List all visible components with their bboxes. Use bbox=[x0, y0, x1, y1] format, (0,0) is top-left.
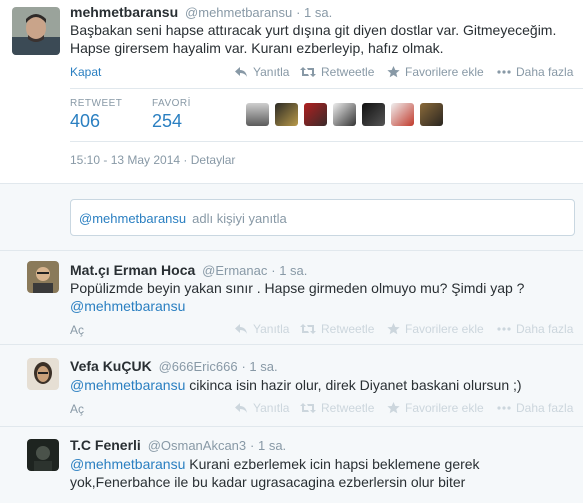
favoriter-avatar[interactable] bbox=[246, 103, 269, 126]
favorite-label: Favorilere ekle bbox=[405, 322, 484, 336]
tweet-text: Başbakan seni hapse attıracak yurt dışın… bbox=[70, 21, 575, 57]
reply-header: Vefa KuÇUK @666Eric666 · 1 sa. bbox=[70, 358, 278, 374]
reply-label: Yanıtla bbox=[253, 322, 290, 336]
retweet-stat[interactable]: RETWEET 406 bbox=[70, 98, 122, 132]
more-icon bbox=[497, 70, 511, 74]
reply-author-handle[interactable]: @666Eric666 bbox=[159, 359, 238, 374]
reply-text: @mehmetbaransu Kurani ezberlemek icin ha… bbox=[70, 455, 575, 491]
reply-text-line: cikinca isin hazir olur, direk Diyanet b… bbox=[185, 377, 522, 393]
reply-avatar[interactable] bbox=[27, 261, 59, 293]
retweet-label: Retweetle bbox=[321, 65, 375, 79]
author-handle[interactable]: @mehmetbaransu bbox=[185, 5, 292, 20]
reply-button[interactable]: Yanıtla bbox=[234, 401, 289, 415]
retweet-button[interactable]: Retweetle bbox=[300, 322, 374, 336]
reply-text: @mehmetbaransu cikinca isin hazir olur, … bbox=[70, 376, 575, 394]
reply-tweet: Vefa KuÇUK @666Eric666 · 1 sa. @mehmetba… bbox=[0, 345, 583, 427]
reply-tweet: Mat.çı Erman Hoca @Ermanac · 1 sa. Popül… bbox=[0, 251, 583, 345]
favoriter-avatar[interactable] bbox=[333, 103, 356, 126]
tweet-datetime[interactable]: 15:10 - 13 May 2014 · Detaylar bbox=[70, 153, 235, 167]
favoriters-avatars bbox=[246, 103, 443, 126]
author-avatar[interactable] bbox=[12, 7, 60, 55]
favorite-button[interactable]: Favorilere ekle bbox=[387, 65, 484, 79]
more-label: Daha fazla bbox=[516, 65, 574, 79]
reply-header: T.C Fenerli @OsmanAkcan3 · 1 sa. bbox=[70, 437, 286, 453]
more-button[interactable]: Daha fazla bbox=[497, 322, 573, 336]
reply-icon bbox=[235, 324, 247, 334]
retweet-icon bbox=[300, 67, 316, 77]
retweet-button[interactable]: Retweetle bbox=[300, 65, 374, 79]
more-button[interactable]: Daha fazla bbox=[497, 65, 573, 79]
author-name[interactable]: mehmetbaransu bbox=[70, 4, 178, 20]
retweet-button[interactable]: Retweetle bbox=[300, 401, 374, 415]
reply-mention[interactable]: @mehmetbaransu bbox=[70, 297, 575, 315]
favoriter-avatar[interactable] bbox=[275, 103, 298, 126]
star-icon bbox=[387, 402, 400, 414]
retweet-label: Retweetle bbox=[321, 322, 375, 336]
reply-text-line: yok,Fenerbahce ile bu kadar ugrasacagina… bbox=[70, 474, 466, 490]
reply-icon bbox=[235, 67, 247, 77]
reply-author-name[interactable]: Vefa KuÇUK bbox=[70, 358, 152, 374]
reply-icon bbox=[235, 403, 247, 413]
retweet-icon bbox=[300, 324, 316, 334]
retweet-stat-label: RETWEET bbox=[70, 98, 123, 109]
reply-text-line: Kurani ezberlemek icin hapsi beklemene g… bbox=[185, 456, 480, 472]
reply-mention[interactable]: @mehmetbaransu bbox=[70, 456, 185, 472]
favorite-label: Favorilere ekle bbox=[405, 65, 484, 79]
favorite-label: Favorilere ekle bbox=[405, 401, 484, 415]
favorite-button[interactable]: Favorilere ekle bbox=[387, 322, 484, 336]
main-tweet: mehmetbaransu @mehmetbaransu · 1 sa. Baş… bbox=[0, 0, 583, 183]
reply-time[interactable]: · 1 sa. bbox=[241, 359, 277, 374]
tweet-text-line: Başbakan seni hapse attıracak yurt dışın… bbox=[70, 22, 557, 38]
reply-header: Mat.çı Erman Hoca @Ermanac · 1 sa. bbox=[70, 262, 307, 278]
stats-divider bbox=[70, 141, 583, 142]
stats-divider bbox=[70, 88, 583, 89]
favorite-stat-label: FAVORİ bbox=[152, 98, 191, 109]
favorite-stat[interactable]: FAVORİ 254 bbox=[152, 98, 191, 132]
favoriter-avatar[interactable] bbox=[362, 103, 385, 126]
more-icon bbox=[497, 406, 511, 410]
tweet-actions: Yanıtla Retweetle Favorilere ekle Daha f… bbox=[0, 65, 583, 81]
favorite-count: 254 bbox=[152, 111, 183, 131]
reply-input[interactable]: @mehmetbaransu adlı kişiyi yanıtla bbox=[70, 199, 575, 236]
reply-input-mention: @mehmetbaransu bbox=[79, 211, 187, 226]
tweet-header: mehmetbaransu @mehmetbaransu · 1 sa. bbox=[70, 4, 332, 20]
favorite-button[interactable]: Favorilere ekle bbox=[387, 401, 484, 415]
star-icon bbox=[387, 323, 400, 335]
reply-avatar[interactable] bbox=[27, 358, 59, 390]
reply-button[interactable]: Yanıtla bbox=[234, 322, 289, 336]
reply-text-line: Popülizmde beyin yakan sınır . Hapse gir… bbox=[70, 280, 525, 296]
tweet-time[interactable]: · 1 sa. bbox=[296, 5, 332, 20]
more-button[interactable]: Daha fazla bbox=[497, 401, 573, 415]
reply-actions: Yanıtla Retweetle Favorilere ekle Daha f… bbox=[0, 401, 583, 417]
reply-author-name[interactable]: T.C Fenerli bbox=[70, 437, 141, 453]
reply-text: Popülizmde beyin yakan sınır . Hapse gir… bbox=[70, 279, 575, 315]
favoriter-avatar[interactable] bbox=[420, 103, 443, 126]
reply-author-handle[interactable]: @OsmanAkcan3 bbox=[148, 438, 246, 453]
reply-avatar[interactable] bbox=[27, 439, 59, 471]
tweet-text-line: Hapse girersem hayalim var. Kuranı ezber… bbox=[70, 40, 444, 56]
reply-author-name[interactable]: Mat.çı Erman Hoca bbox=[70, 262, 195, 278]
retweet-label: Retweetle bbox=[321, 401, 375, 415]
more-label: Daha fazla bbox=[516, 322, 574, 336]
reply-label: Yanıtla bbox=[253, 401, 290, 415]
reply-time[interactable]: · 1 sa. bbox=[250, 438, 286, 453]
retweet-count: 406 bbox=[70, 111, 101, 131]
favoriter-avatar[interactable] bbox=[391, 103, 414, 126]
reply-mention[interactable]: @mehmetbaransu bbox=[70, 377, 185, 393]
reply-label: Yanıtla bbox=[253, 65, 290, 79]
more-label: Daha fazla bbox=[516, 401, 574, 415]
star-icon bbox=[387, 66, 400, 78]
reply-time[interactable]: · 1 sa. bbox=[271, 263, 307, 278]
reply-input-placeholder: adlı kişiyi yanıtla bbox=[192, 211, 287, 226]
reply-author-handle[interactable]: @Ermanac bbox=[202, 263, 267, 278]
reply-button[interactable]: Yanıtla bbox=[234, 65, 289, 79]
reply-actions: Yanıtla Retweetle Favorilere ekle Daha f… bbox=[0, 322, 583, 338]
reply-tweet: T.C Fenerli @OsmanAkcan3 · 1 sa. @mehmet… bbox=[0, 427, 583, 503]
retweet-icon bbox=[300, 403, 316, 413]
favoriter-avatar[interactable] bbox=[304, 103, 327, 126]
reply-composer: @mehmetbaransu adlı kişiyi yanıtla bbox=[0, 183, 583, 251]
more-icon bbox=[497, 327, 511, 331]
